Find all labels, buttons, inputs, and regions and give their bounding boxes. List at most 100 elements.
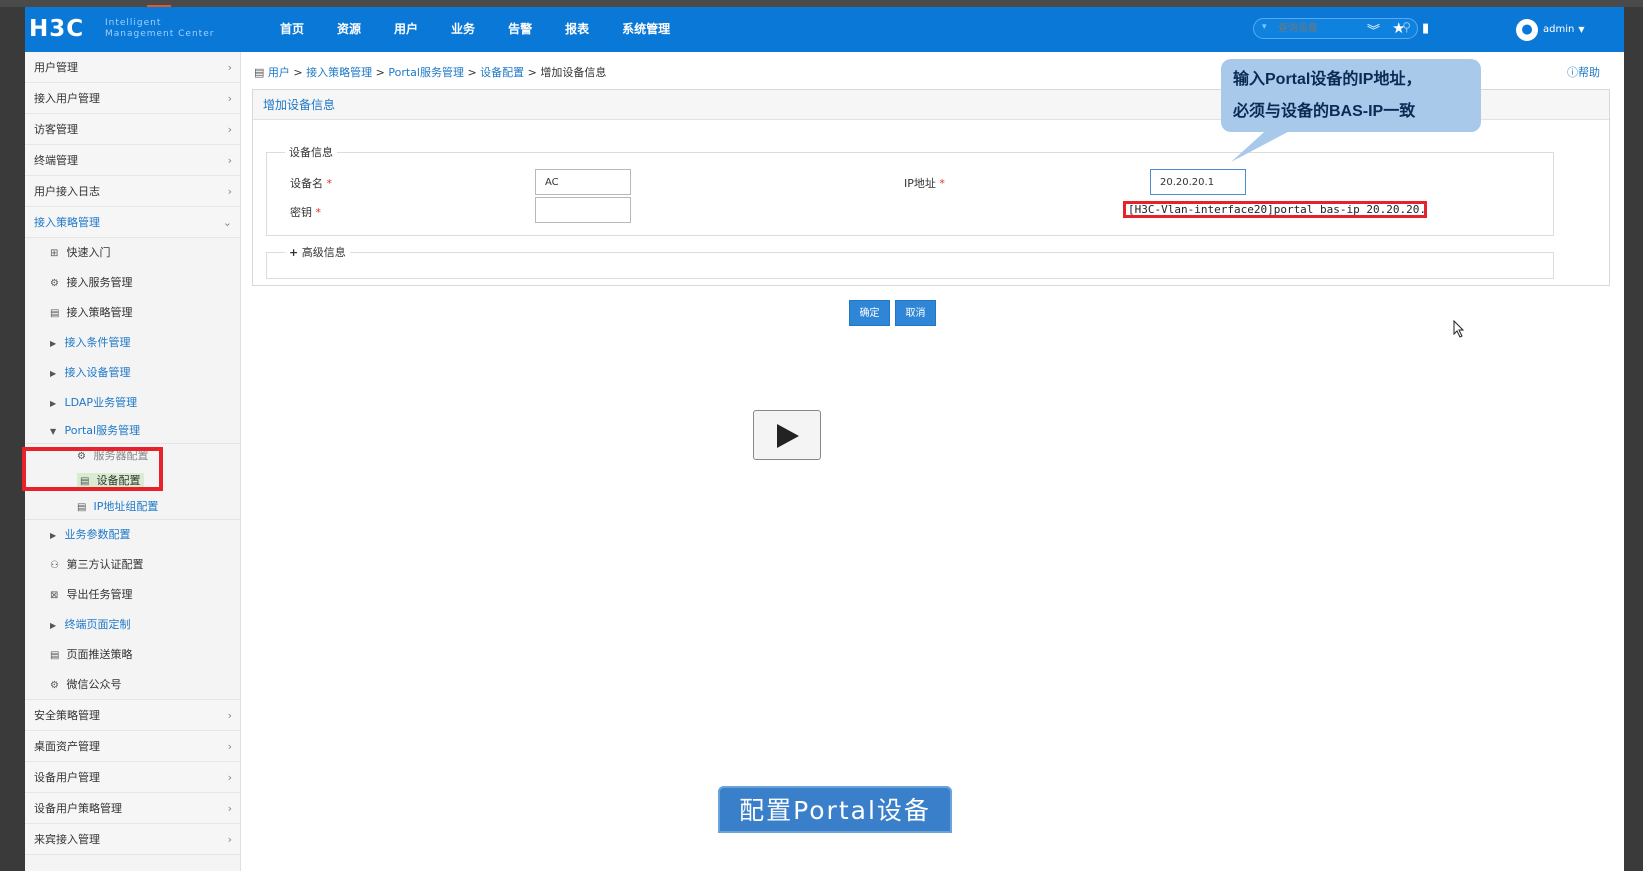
device-info-legend: 设备信息 (289, 146, 333, 159)
sidebar-item-access-log[interactable]: 用户接入日志 › (25, 176, 240, 207)
breadcrumb-current: 增加设备信息 (540, 66, 607, 79)
sidebar-sub-wechat[interactable]: ⚙ 微信公众号 (25, 670, 240, 700)
sidebar-sub-label: 业务参数配置 (64, 528, 131, 541)
sidebar-item-security-policy[interactable]: 安全策略管理 › (25, 700, 240, 731)
plus-icon: + (289, 246, 299, 259)
video-caption: 配置Portal设备 (718, 786, 952, 833)
sidebar-sub-access-service[interactable]: ⚙ 接入服务管理 (25, 268, 240, 298)
nav-user[interactable]: 用户 (394, 7, 418, 52)
username: admin (1543, 24, 1575, 35)
chevron-down-icon: ⌄ (222, 216, 232, 229)
sidebar-item-device-user-policy[interactable]: 设备用户策略管理 › (25, 793, 240, 824)
sidebar-sub-third-party[interactable]: ⚇ 第三方认证配置 (25, 550, 240, 580)
callout-line-1: 输入Portal设备的IP地址， (1233, 71, 1422, 88)
service-gear-icon: ⚙ (50, 278, 59, 289)
bas-ip-command-hint: [H3C-Vlan-interface20]portal bas-ip 20.2… (1123, 201, 1427, 218)
sidebar-item-access-user[interactable]: 接入用户管理 › (25, 83, 240, 114)
users-icon: ⚇ (50, 560, 59, 571)
sidebar-item-terminal[interactable]: 终端管理 › (25, 145, 240, 176)
bookmark-icon[interactable]: ▮ (1422, 21, 1429, 36)
nav-report[interactable]: 报表 (565, 7, 589, 52)
sidebar-item-label: 终端管理 (34, 154, 78, 167)
key-input[interactable] (535, 197, 631, 223)
push-policy-icon: ▤ (50, 650, 60, 661)
nav-home[interactable]: 首页 (280, 7, 304, 52)
quick-start-icon: ⊞ (50, 248, 59, 259)
ip-address-input[interactable] (1150, 169, 1246, 195)
advanced-info-legend: 高级信息 (301, 246, 346, 259)
sidebar-sub-label: 接入设备管理 (64, 366, 131, 379)
nav-system[interactable]: 系统管理 (622, 7, 670, 52)
sidebar-sub-label: 第三方认证配置 (66, 558, 144, 571)
play-button[interactable] (753, 410, 821, 460)
triangle-down-icon: ▼ (50, 427, 57, 436)
chevron-right-icon: › (227, 740, 232, 753)
chevron-right-icon: › (227, 802, 232, 815)
nav-service[interactable]: 业务 (451, 7, 475, 52)
breadcrumb-portal[interactable]: Portal服务管理 (388, 66, 464, 79)
sidebar-item-desktop-asset[interactable]: 桌面资产管理 › (25, 731, 240, 762)
sidebar-sub-label: LDAP业务管理 (64, 396, 138, 409)
sidebar-group-access-device[interactable]: ▶ 接入设备管理 (25, 358, 240, 388)
sidebar-group-page-custom[interactable]: ▶ 终端页面定制 (25, 610, 240, 640)
help-link[interactable]: ⓘ帮助 (1567, 64, 1600, 80)
sidebar-sub-label: Portal服务管理 (64, 424, 141, 437)
sidebar-item-label: 设备用户策略管理 (34, 802, 122, 815)
breadcrumb-device-config[interactable]: 设备配置 (480, 66, 524, 79)
sidebar-sub-quick-start[interactable]: ⊞ 快速入门 (25, 238, 240, 268)
sidebar-item-label: 来宾接入管理 (34, 833, 100, 846)
sidebar-group-condition[interactable]: ▶ 接入条件管理 (25, 328, 240, 358)
sidebar-sub-label: 接入策略管理 (66, 306, 133, 319)
sidebar-group-portal[interactable]: ▼ Portal服务管理 (25, 418, 240, 444)
sidebar-sub-label: 快速入门 (66, 246, 111, 259)
advanced-info-fieldset: + 高级信息 (266, 244, 1554, 279)
triangle-right-icon: ▶ (50, 369, 57, 378)
sidebar-item-label: 桌面资产管理 (34, 740, 100, 753)
breadcrumb-access-policy[interactable]: 接入策略管理 (306, 66, 372, 79)
cancel-button[interactable]: 取消 (895, 300, 936, 326)
nav-alarm[interactable]: 告警 (508, 7, 532, 52)
sidebar-sub-portal-ipgroup[interactable]: ▤ IP地址组配置 (25, 494, 240, 520)
chevron-right-icon: › (227, 92, 232, 105)
sidebar-sub-page-push[interactable]: ▤ 页面推送策略 (25, 640, 240, 670)
chevron-right-icon: › (227, 154, 232, 167)
breadcrumb: ▤ 用户 > 接入策略管理 > Portal服务管理 > 设备配置 > 增加设备… (254, 64, 606, 80)
breadcrumb-sep: > (293, 66, 303, 79)
sidebar-item-user-mgmt[interactable]: 用户管理 › (25, 52, 240, 83)
chevron-right-icon: › (227, 123, 232, 136)
sidebar-item-label: 接入策略管理 (34, 216, 100, 229)
h3c-logo: H3C (29, 16, 85, 42)
advanced-info-toggle[interactable]: + 高级信息 (285, 244, 350, 260)
breadcrumb-user[interactable]: 用户 (268, 66, 290, 79)
sidebar-group-ldap[interactable]: ▶ LDAP业务管理 (25, 388, 240, 418)
wechat-gear-icon: ⚙ (50, 680, 59, 691)
main-content: ▤ 用户 > 接入策略管理 > Portal服务管理 > 设备配置 > 增加设备… (241, 52, 1624, 871)
sidebar-sub-export[interactable]: ⊠ 导出任务管理 (25, 580, 240, 610)
callout-bubble: 输入Portal设备的IP地址， 必须与设备的BAS-IP一致 (1221, 59, 1481, 132)
sidebar-item-device-user[interactable]: 设备用户管理 › (25, 762, 240, 793)
user-menu[interactable]: ● admin ▼ (1516, 18, 1585, 41)
nav-resource[interactable]: 资源 (337, 7, 361, 52)
triangle-right-icon: ▶ (50, 621, 57, 630)
device-name-label: 设备名 * (290, 175, 332, 191)
sidebar-item-label: 安全策略管理 (34, 709, 100, 722)
sidebar-item-access-policy[interactable]: 接入策略管理 ⌄ (25, 207, 240, 238)
chevron-right-icon: › (227, 833, 232, 846)
sidebar-item-guest-access[interactable]: 来宾接入管理 › (25, 824, 240, 855)
sidebar-sub-label: 导出任务管理 (66, 588, 133, 601)
logo-sub-line-2: Management Center (105, 29, 215, 39)
imc-logo-text: Intelligent Management Center (105, 18, 214, 40)
sidebar-item-label: 接入用户管理 (34, 92, 100, 105)
device-name-label-text: 设备名 (290, 177, 323, 190)
chevron-right-icon: › (227, 61, 232, 74)
sidebar-sub-access-policy[interactable]: ▤ 接入策略管理 (25, 298, 240, 328)
sidebar-sub-label: 页面推送策略 (66, 648, 133, 661)
device-name-input[interactable] (535, 169, 631, 195)
highlight-box-device-config (22, 447, 163, 491)
ok-button[interactable]: 确定 (849, 300, 890, 326)
sidebar-item-guest[interactable]: 访客管理 › (25, 114, 240, 145)
sidebar-group-param[interactable]: ▶ 业务参数配置 (25, 520, 240, 550)
double-chevron-down-icon[interactable]: ︾ (1367, 20, 1380, 39)
search-scope-icon[interactable]: ▾ (1262, 22, 1267, 32)
star-icon[interactable]: ★ (1392, 19, 1405, 37)
